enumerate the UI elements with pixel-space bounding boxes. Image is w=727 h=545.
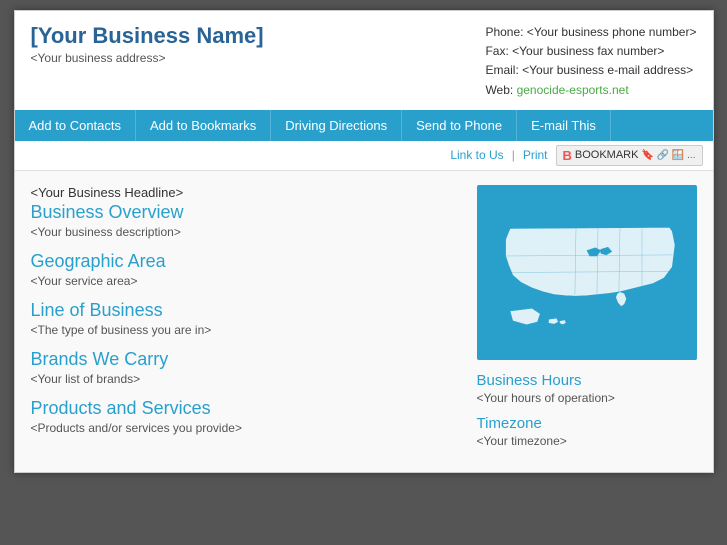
nav-add-bookmarks[interactable]: Add to Bookmarks xyxy=(136,110,271,141)
phone-label: Phone: <Your business phone number> xyxy=(485,23,696,42)
navbar: Add to Contacts Add to Bookmarks Driving… xyxy=(15,110,713,141)
business-headline: <Your Business Headline> xyxy=(31,185,461,200)
web-url[interactable]: genocide-esports.net xyxy=(517,83,629,97)
nav-add-contacts[interactable]: Add to Contacts xyxy=(15,110,137,141)
us-map xyxy=(477,185,697,360)
geo-title: Geographic Area xyxy=(31,251,461,272)
web-label: Web: xyxy=(485,83,513,97)
bookmark-b-icon: B xyxy=(563,148,572,163)
products-desc: <Products and/or services you provide> xyxy=(31,421,461,435)
overview-title: Business Overview xyxy=(31,202,461,223)
hours-desc: <Your hours of operation> xyxy=(477,391,697,405)
page-wrapper: [Your Business Name] <Your business addr… xyxy=(14,10,714,473)
brands-desc: <Your list of brands> xyxy=(31,372,461,386)
toolbar-row: Link to Us | Print B BOOKMARK 🔖 🔗 🪟 ... xyxy=(15,141,713,171)
web-row: Web: genocide-esports.net xyxy=(485,81,696,100)
print-link[interactable]: Print xyxy=(523,148,548,162)
fax-label: Fax: <Your business fax number> xyxy=(485,42,696,61)
products-title: Products and Services xyxy=(31,398,461,419)
nav-driving-directions[interactable]: Driving Directions xyxy=(271,110,402,141)
email-label: Email: <Your business e-mail address> xyxy=(485,61,696,80)
business-address: <Your business address> xyxy=(31,51,264,65)
content-right: Business Hours <Your hours of operation>… xyxy=(477,185,697,458)
main-content: <Your Business Headline> Business Overvi… xyxy=(15,171,713,472)
nav-email-this[interactable]: E-mail This xyxy=(517,110,611,141)
timezone-desc: <Your timezone> xyxy=(477,434,697,448)
business-name: [Your Business Name] xyxy=(31,23,264,49)
hours-title: Business Hours xyxy=(477,372,697,389)
brands-title: Brands We Carry xyxy=(31,349,461,370)
header-right: Phone: <Your business phone number> Fax:… xyxy=(485,23,696,100)
lob-desc: <The type of business you are in> xyxy=(31,323,461,337)
nav-send-to-phone[interactable]: Send to Phone xyxy=(402,110,517,141)
bookmark-label: BOOKMARK xyxy=(575,149,639,161)
header-left: [Your Business Name] <Your business addr… xyxy=(31,23,264,65)
toolbar-divider: | xyxy=(512,148,515,162)
geo-desc: <Your service area> xyxy=(31,274,461,288)
content-left: <Your Business Headline> Business Overvi… xyxy=(31,185,477,458)
timezone-title: Timezone xyxy=(477,415,697,432)
lob-title: Line of Business xyxy=(31,300,461,321)
bookmark-button[interactable]: B BOOKMARK 🔖 🔗 🪟 ... xyxy=(556,145,703,166)
header: [Your Business Name] <Your business addr… xyxy=(15,11,713,110)
link-to-us[interactable]: Link to Us xyxy=(450,148,503,162)
bookmark-icons: 🔖 🔗 🪟 ... xyxy=(641,150,695,161)
overview-desc: <Your business description> xyxy=(31,225,461,239)
